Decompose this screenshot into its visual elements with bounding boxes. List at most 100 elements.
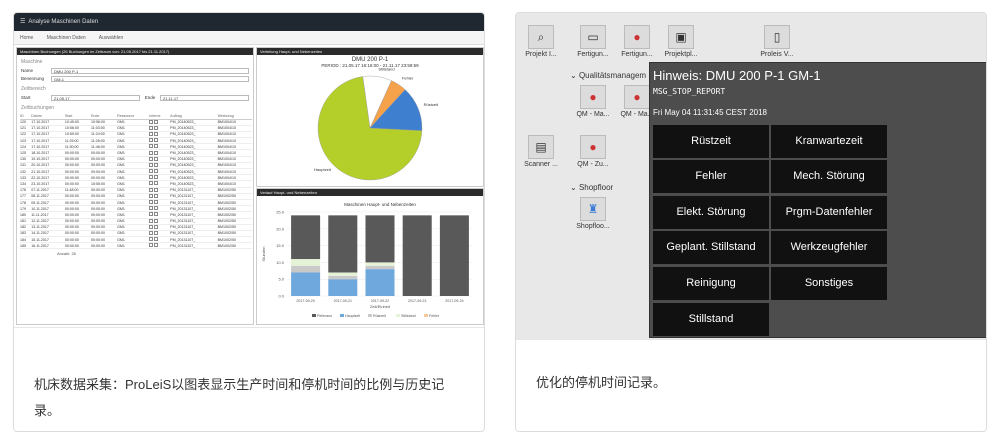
checkbox[interactable] xyxy=(154,206,159,211)
tile-fertigung-2[interactable]: ● Fertigun... xyxy=(612,25,662,65)
checkbox[interactable] xyxy=(149,162,154,167)
pie-pane: Verteilung Haupt- und Nebenzeiten DMU 20… xyxy=(256,47,484,187)
sonstiges-button[interactable]: Sonstiges xyxy=(771,267,887,300)
bar-segment-hauptzeit[interactable] xyxy=(291,272,321,296)
bar-segment-pellerano[interactable] xyxy=(291,215,321,260)
checkbox[interactable] xyxy=(154,138,159,143)
checkbox[interactable] xyxy=(154,156,159,161)
tile-fertigung-1[interactable]: ▭ Fertigun... xyxy=(568,25,618,65)
breadcrumb-item[interactable]: Home xyxy=(20,35,33,41)
lights-icon: ● xyxy=(624,25,650,49)
dialog-date: Fri May 04 11:31:45 CEST 2018 xyxy=(653,108,767,117)
breadcrumb-item[interactable]: Maschinen Daten xyxy=(47,35,86,41)
checkbox[interactable] xyxy=(149,175,154,180)
bar-segment-rüstzeit[interactable] xyxy=(328,275,358,280)
checkbox[interactable] xyxy=(149,169,154,174)
geplant-stillstand-button[interactable]: Geplant. Stillstand xyxy=(653,231,769,264)
breadcrumb-item[interactable]: Auswählen xyxy=(99,35,123,41)
tile-projektplan[interactable]: ▣ Projektpl... xyxy=(656,25,706,65)
group-shopfloor-label: Shopfloor xyxy=(578,183,614,192)
checkbox[interactable] xyxy=(154,212,159,217)
bar-segment-pellerano[interactable] xyxy=(439,215,469,296)
checkbox[interactable] xyxy=(149,200,154,205)
checkbox[interactable] xyxy=(149,218,154,223)
checkbox[interactable] xyxy=(154,218,159,223)
tile-scanner[interactable]: ▤ Scanner ... xyxy=(516,135,566,175)
bar-segment-pellerano[interactable] xyxy=(365,215,395,263)
tile-label: Projektpl... xyxy=(664,51,698,58)
checkbox[interactable] xyxy=(149,125,154,130)
checkbox[interactable] xyxy=(154,187,159,192)
table-row[interactable]: 185 16.11.2017 00:00:00 00:00:00 GM1 PM_2013… xyxy=(20,242,252,250)
pie-label: Hauptzeit xyxy=(314,167,332,172)
checkbox[interactable] xyxy=(154,193,159,198)
bar-segment-stillstand[interactable] xyxy=(365,262,395,266)
checkbox[interactable] xyxy=(154,181,159,186)
group-shopfloor[interactable]: ⌄ Shopfloor xyxy=(570,183,613,192)
menu-icon[interactable]: ☰ xyxy=(20,19,25,25)
checkbox[interactable] xyxy=(154,169,159,174)
tile-qm-zu[interactable]: ● QM - Zu... xyxy=(568,135,618,175)
prgm-datenfehler-button[interactable]: Prgm-Datenfehler xyxy=(771,196,887,229)
checkbox[interactable] xyxy=(154,131,159,136)
benennung-field[interactable]: GM-1 xyxy=(51,75,249,82)
checkbox[interactable] xyxy=(149,206,154,211)
checkbox[interactable] xyxy=(149,212,154,217)
bar-segment-hauptzeit[interactable] xyxy=(328,279,358,296)
bar-segment-stillstand[interactable] xyxy=(328,272,358,276)
tile-shopfloor[interactable]: ♜ Shopfloo... xyxy=(568,197,618,237)
checkbox[interactable] xyxy=(149,187,154,192)
reinigung-button[interactable]: Reinigung xyxy=(653,267,769,300)
checkbox[interactable] xyxy=(154,200,159,205)
card-machine-data: ☰ Analyse Maschinen Daten Home Maschinen… xyxy=(13,12,485,432)
bar-segment-stillstand[interactable] xyxy=(291,259,321,266)
checkbox[interactable] xyxy=(149,119,154,124)
checkbox[interactable] xyxy=(149,131,154,136)
checkbox[interactable] xyxy=(154,224,159,229)
stillstand-button[interactable]: Stillstand xyxy=(653,303,769,336)
bar-title: Maschinen Haupt- und Nebenzeiten xyxy=(344,202,416,207)
x-tick-label: 2017-09-21 xyxy=(334,299,352,303)
fehler-button[interactable]: Fehler xyxy=(653,160,769,193)
interne-checkboxes xyxy=(149,242,171,250)
elekt-stoerung-button[interactable]: Elekt. Störung xyxy=(653,196,769,229)
mech-stoerung-button[interactable]: Mech. Störung xyxy=(771,160,887,193)
bar-segment-rüstzeit[interactable] xyxy=(365,265,395,270)
bar-segment-pellerano[interactable] xyxy=(328,215,358,273)
checkbox[interactable] xyxy=(149,138,154,143)
kranwartezeit-button[interactable]: Kranwartezeit xyxy=(771,125,887,158)
checkbox[interactable] xyxy=(149,224,154,229)
checkbox[interactable] xyxy=(154,119,159,124)
checkbox[interactable] xyxy=(154,162,159,167)
bar-segment-pellerano[interactable] xyxy=(402,215,432,296)
group-quality[interactable]: ⌄ Qualitätsmanagem xyxy=(570,71,646,80)
checkbox[interactable] xyxy=(149,150,154,155)
caption-left: 机床数据采集：ProLeiS以图表显示生产时间和停机时间的比例与历史记录。 xyxy=(14,327,484,431)
checkbox[interactable] xyxy=(149,156,154,161)
checkbox[interactable] xyxy=(149,237,154,242)
checkbox[interactable] xyxy=(149,144,154,149)
checkbox[interactable] xyxy=(154,150,159,155)
checkbox[interactable] xyxy=(149,243,154,248)
name-field[interactable]: DMU 200 P-1 xyxy=(51,67,249,74)
checkbox[interactable] xyxy=(149,181,154,186)
tile-projekt[interactable]: ⌕ Projekt I... xyxy=(516,25,566,65)
end-field[interactable]: 21.11.17 xyxy=(160,94,249,101)
checkbox[interactable] xyxy=(154,175,159,180)
checkbox[interactable] xyxy=(154,144,159,149)
bar-segment-rüstzeit[interactable] xyxy=(291,265,321,273)
checkbox[interactable] xyxy=(154,237,159,242)
pie-label: Fehler xyxy=(402,76,414,81)
checkbox[interactable] xyxy=(149,193,154,198)
checkbox[interactable] xyxy=(154,125,159,130)
checkbox[interactable] xyxy=(154,243,159,248)
werkzeugfehler-button[interactable]: Werkzeugfehler xyxy=(771,231,887,264)
lights-icon: ● xyxy=(624,85,650,109)
tile-proleis[interactable]: ▯ Proleis V... xyxy=(752,25,802,65)
checkbox[interactable] xyxy=(149,230,154,235)
bar-segment-hauptzeit[interactable] xyxy=(365,269,395,296)
start-field[interactable]: 21.05.17 xyxy=(51,94,140,101)
ruestzeit-button[interactable]: Rüstzeit xyxy=(653,125,769,158)
checkbox[interactable] xyxy=(154,230,159,235)
tile-qm-1[interactable]: ● QM - Ma... xyxy=(568,85,618,125)
